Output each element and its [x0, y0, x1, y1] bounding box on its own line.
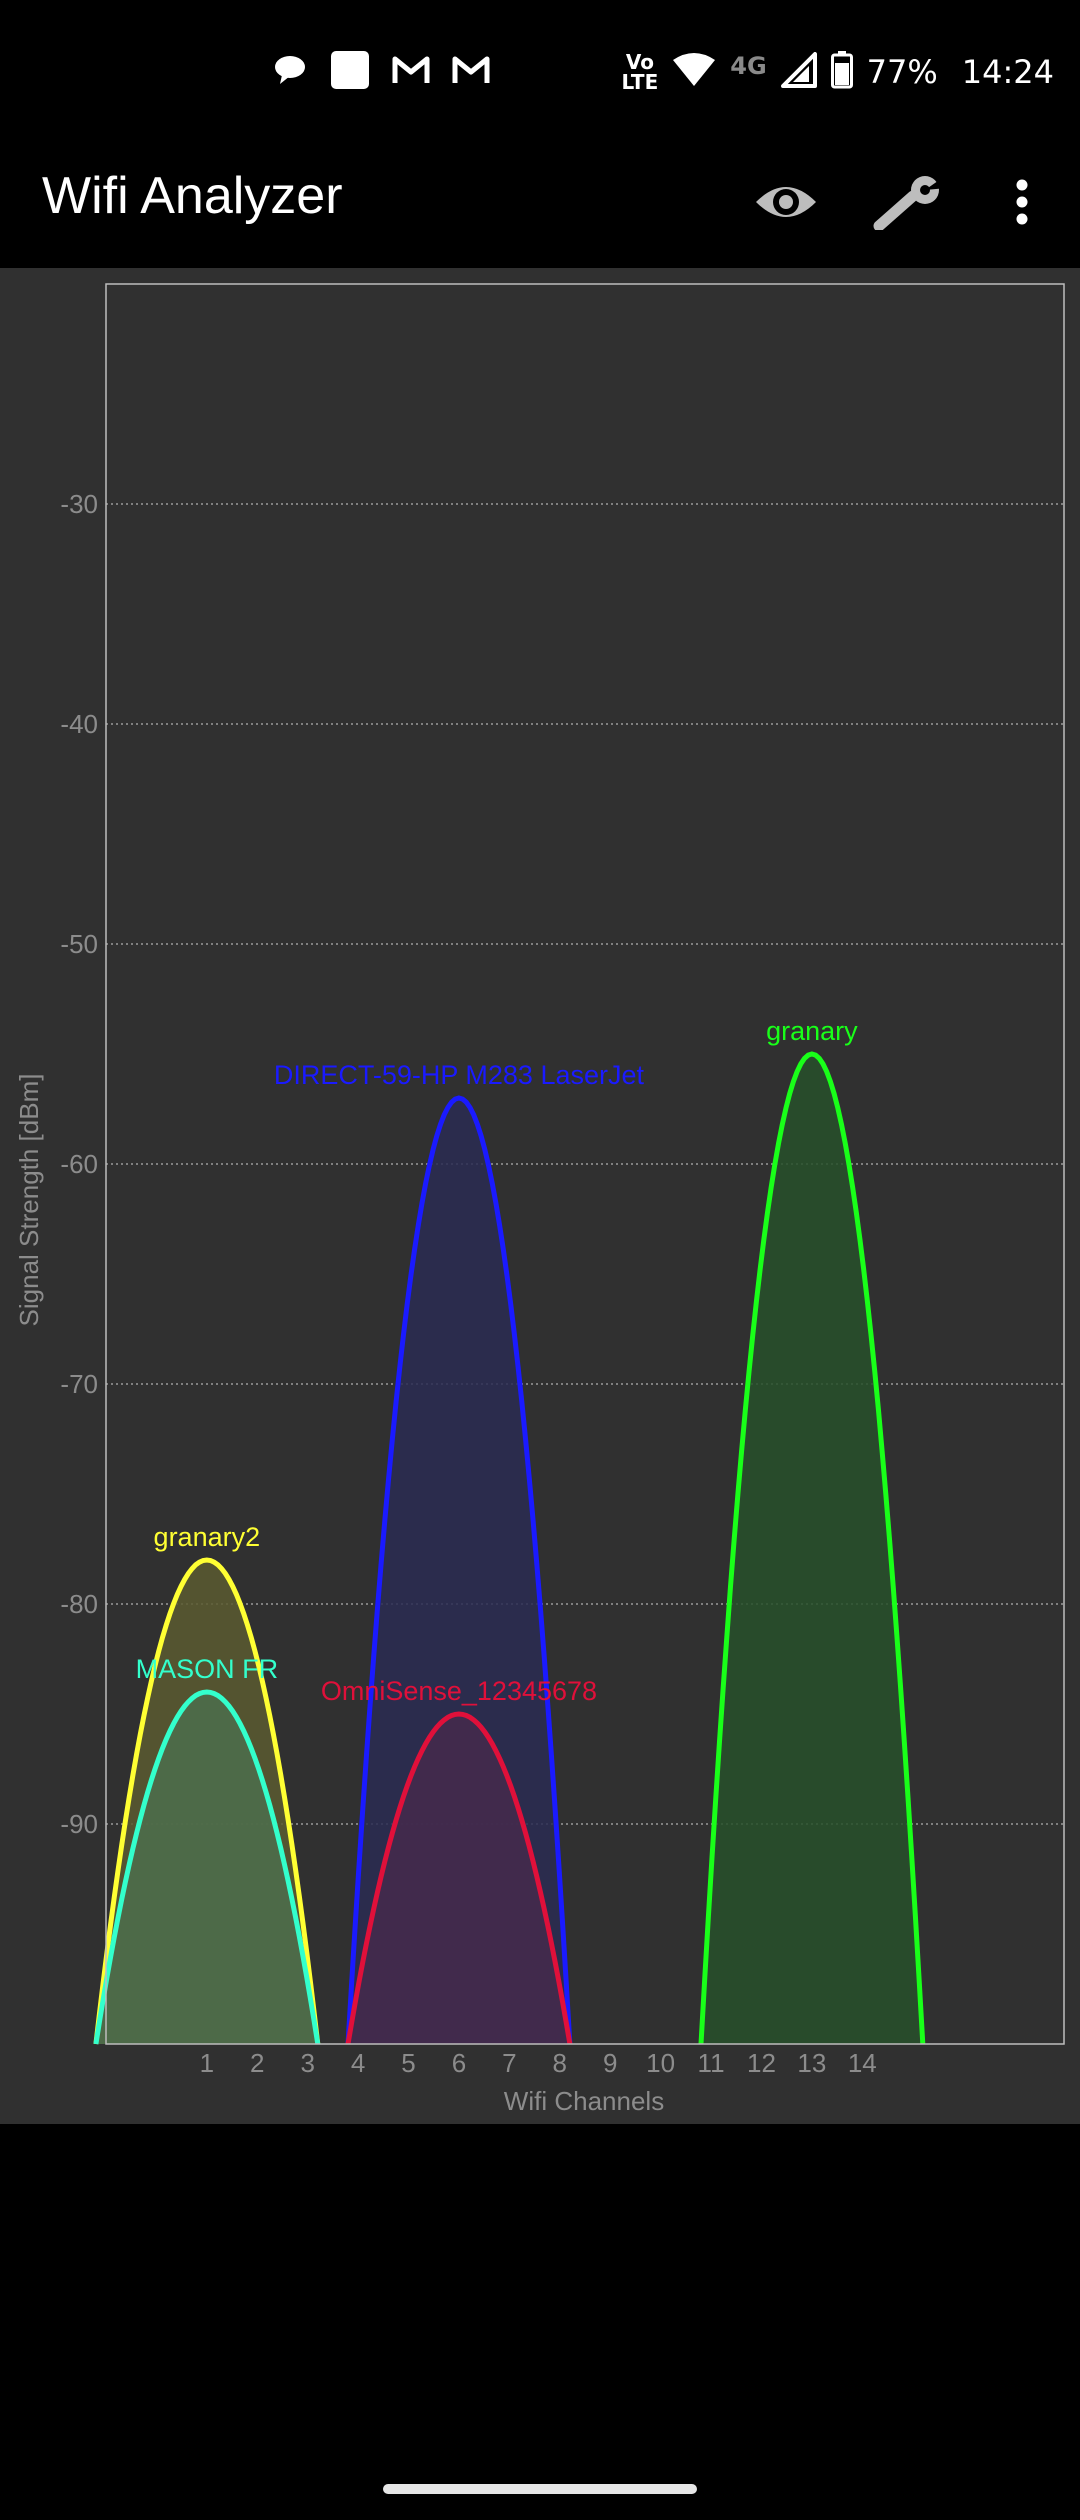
volte-icon: Vo LTE: [622, 52, 659, 92]
wifi-channel-chart[interactable]: -30-40-50-60-70-80-901 2 3 4 5 6 7 8 9 10 11 12 13 14…: [0, 268, 1080, 2124]
eye-icon: [753, 180, 819, 228]
y-tick-label: -50: [60, 929, 98, 959]
x-tick-label: 6: [452, 2048, 466, 2078]
x-tick-label: 11: [698, 2048, 725, 2078]
white-square-icon: [330, 50, 370, 94]
network-label: granary: [766, 1016, 858, 1046]
clock: 14:24: [961, 53, 1054, 91]
notification-icons: [272, 50, 490, 94]
eye-button[interactable]: [744, 162, 828, 246]
battery-percent: 77%: [866, 53, 938, 91]
network-label: MASON FR: [136, 1654, 279, 1684]
y-tick-label: -80: [60, 1589, 98, 1619]
settings-button[interactable]: [868, 162, 952, 246]
wifi-icon: [672, 52, 716, 92]
y-tick-label: -30: [60, 489, 98, 519]
x-tick-label: 3: [300, 2048, 314, 2078]
x-axis-label: Wifi Channels: [504, 2086, 664, 2116]
y-tick-label: -40: [60, 709, 98, 739]
signal-icon: [780, 52, 817, 92]
x-tick-label: 14: [848, 2048, 877, 2078]
x-tick-label: 7: [502, 2048, 516, 2078]
chart-panel[interactable]: -30 -40 -50 -60 -70 -80 -90 1 2 3 4 5 6 7 8 9 10 11 12 13 14…: [0, 268, 1080, 2124]
app-bar: Wifi Analyzer: [0, 140, 1080, 268]
more-vert-icon: [1015, 179, 1029, 229]
app-title: Wifi Analyzer: [42, 167, 343, 225]
network-type: 4G: [730, 52, 767, 80]
x-tick-label: 8: [553, 2048, 567, 2078]
x-tick-label: 12: [747, 2048, 776, 2078]
y-tick-label: -70: [60, 1369, 98, 1399]
y-axis-label: Signal Strength [dBm]: [14, 1074, 44, 1327]
battery-icon: [830, 51, 853, 93]
chat-bubble-icon: [272, 52, 308, 92]
network-label: DIRECT-59-HP M283 LaserJet: [274, 1060, 645, 1090]
x-tick-label: 10: [646, 2048, 675, 2078]
home-gesture-handle[interactable]: [383, 2484, 697, 2494]
x-tick-label: 4: [351, 2048, 365, 2078]
x-tick-label: 1: [200, 2048, 214, 2078]
y-tick-label: -90: [60, 1809, 98, 1839]
x-tick-label: 13: [797, 2048, 826, 2078]
x-tick-label: 9: [603, 2048, 617, 2078]
volte-line2: LTE: [621, 70, 659, 94]
network-label: granary2: [154, 1522, 261, 1552]
navigation-bar: [0, 2124, 1080, 2520]
volte-line1: Vo: [625, 50, 654, 74]
x-tick-label: 5: [401, 2048, 415, 2078]
status-bar: Vo LTE 4G 77% 14:24: [0, 0, 1080, 140]
wrench-icon: [873, 174, 947, 234]
gmail-icon: [392, 55, 430, 89]
network-label: OmniSense_12345678: [321, 1676, 597, 1706]
system-status: Vo LTE 4G 77% 14:24: [622, 48, 1054, 96]
gmail-icon: [452, 55, 490, 89]
more-options-button[interactable]: [980, 162, 1064, 246]
x-tick-label: 2: [250, 2048, 264, 2078]
y-tick-label: -60: [60, 1149, 98, 1179]
